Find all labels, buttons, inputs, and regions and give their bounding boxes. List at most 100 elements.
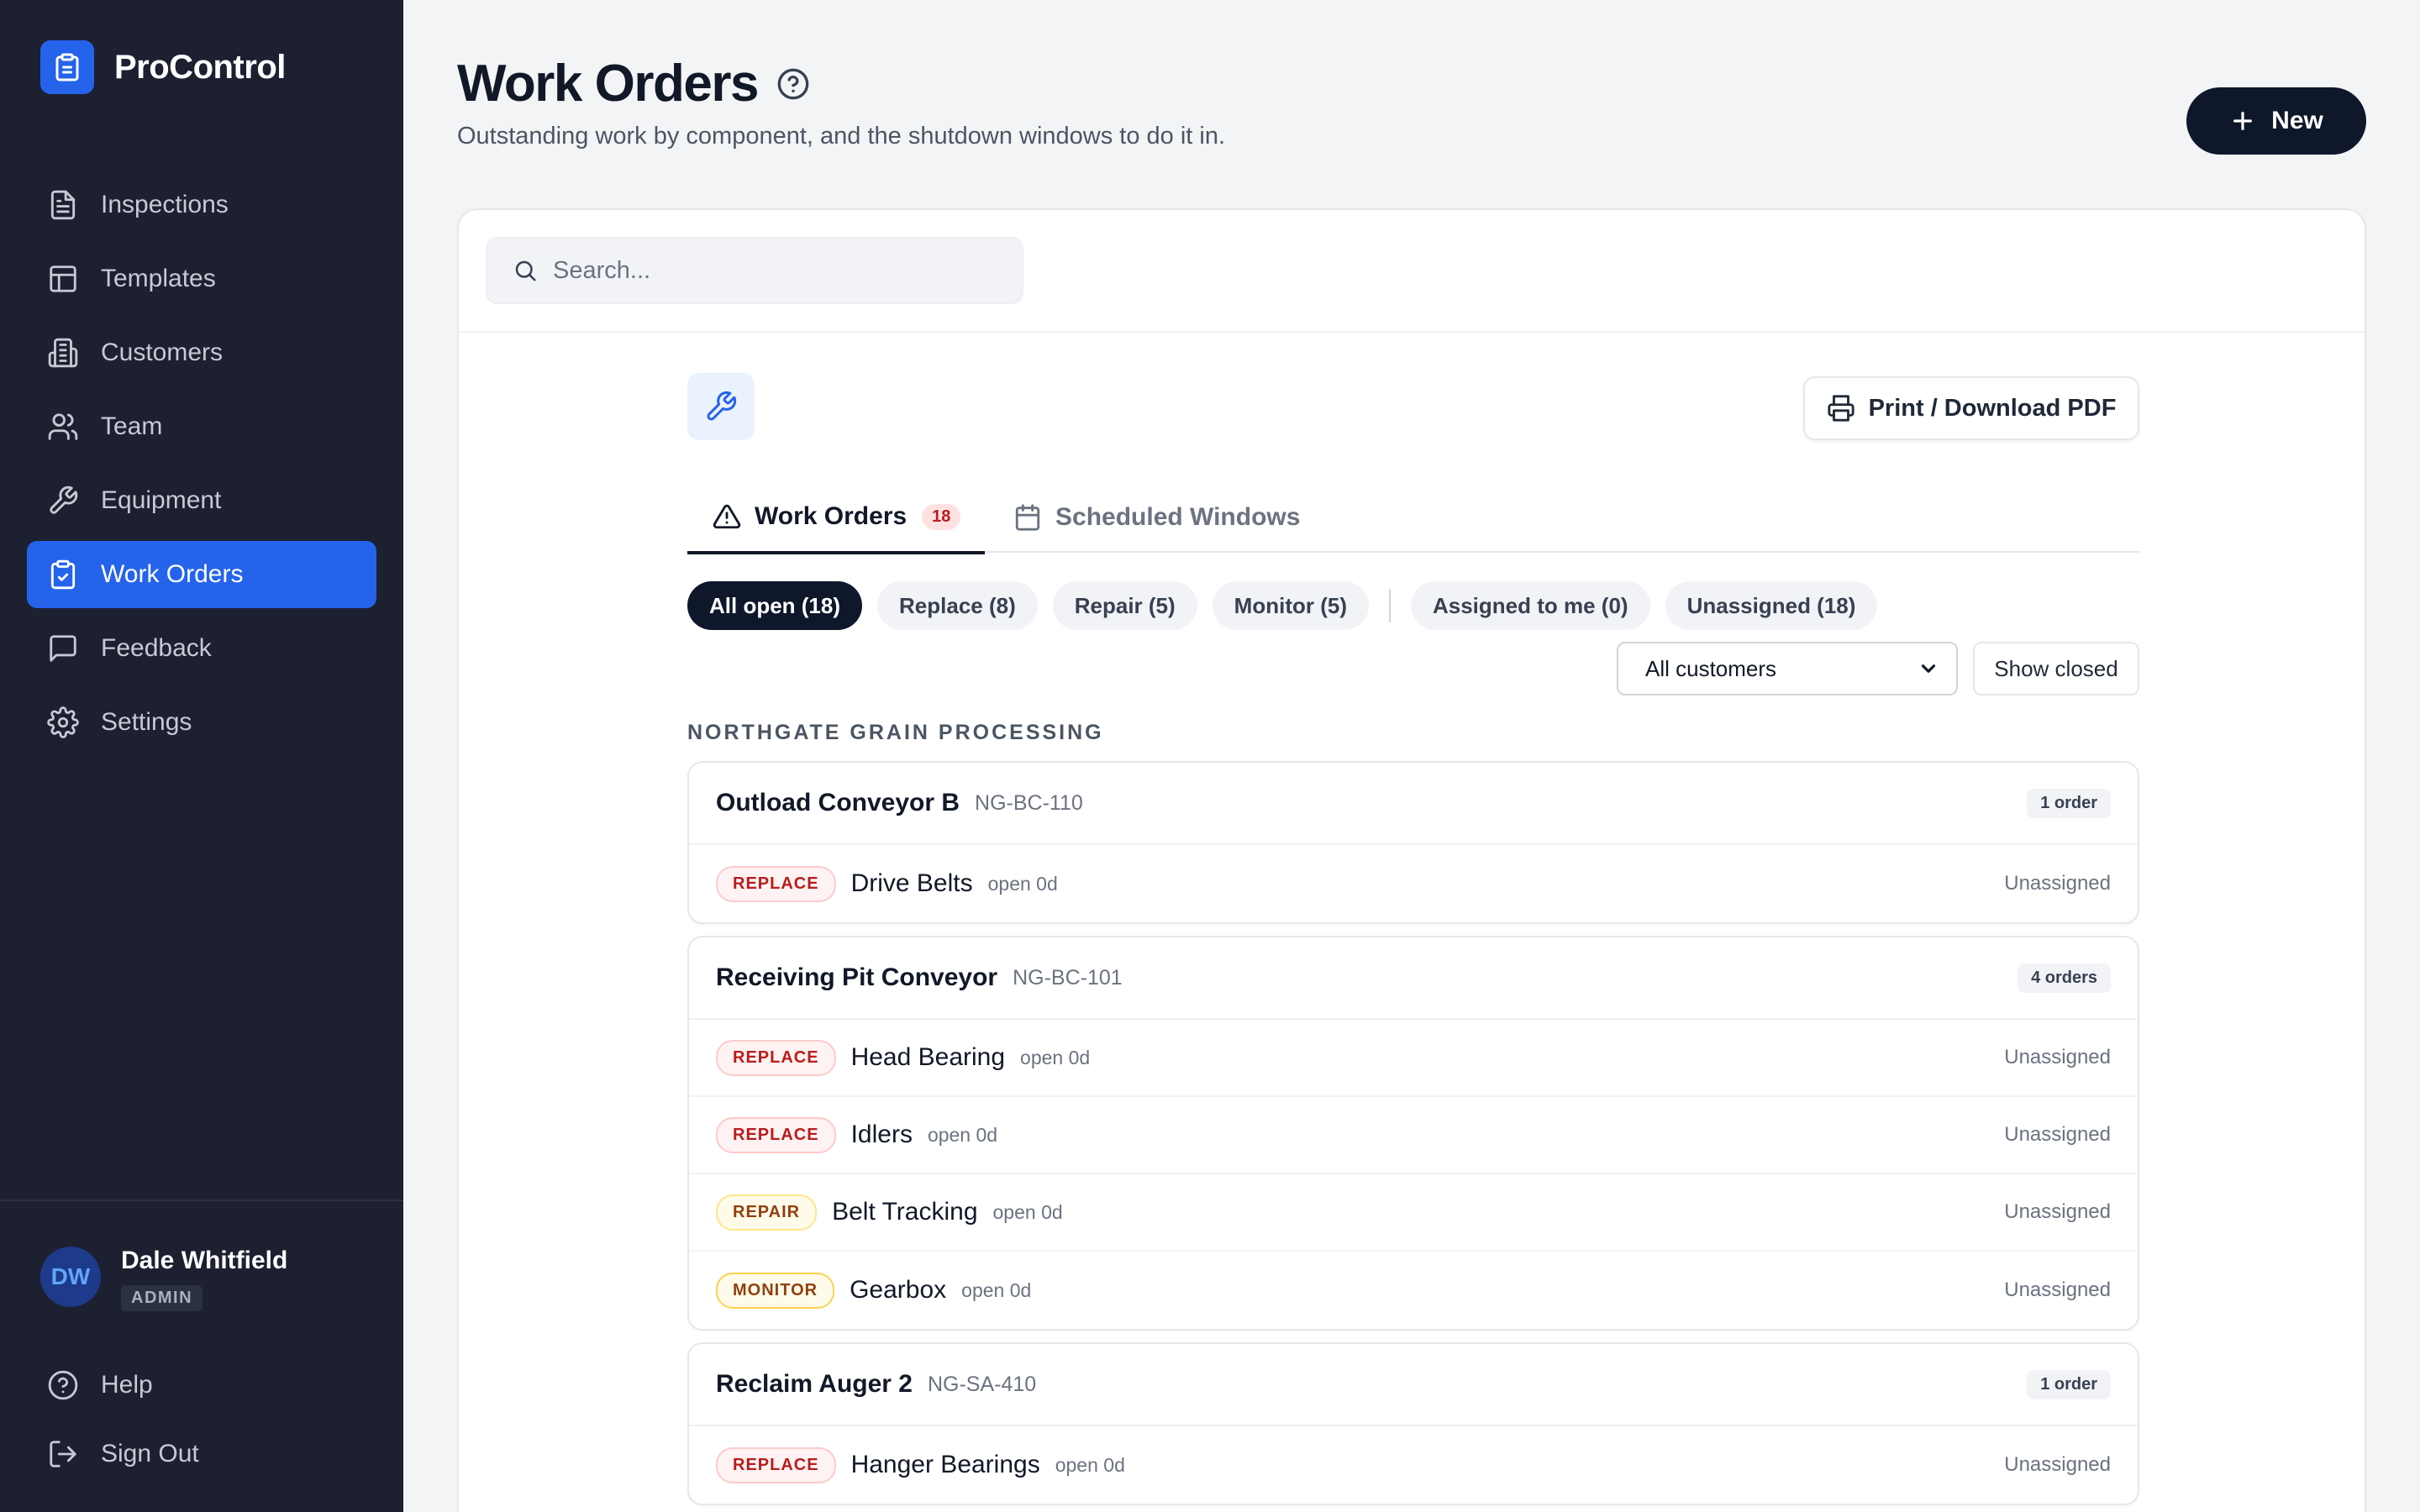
component-code: NG-BC-110: [975, 790, 1083, 815]
order-count-badge: 4 orders: [2018, 963, 2111, 993]
order-name: Idlers: [850, 1121, 913, 1148]
sidebar-item-label: Work Orders: [101, 560, 244, 588]
page-title-text: Work Orders: [457, 55, 759, 113]
component-card: Receiving Pit Conveyor NG-BC-101 4 order…: [687, 936, 2139, 1331]
sidebar-divider: [0, 1200, 403, 1201]
equipment-badge: [687, 373, 755, 440]
show-closed-button[interactable]: Show closed: [1973, 642, 2139, 696]
sidebar-item-team[interactable]: Team: [27, 393, 376, 460]
clipboard-check-icon: [50, 559, 76, 590]
tab-label: Scheduled Windows: [1055, 503, 1301, 531]
clipboard-logo-icon: [40, 40, 94, 94]
tab-work-orders[interactable]: Work Orders 18: [687, 482, 985, 554]
component-card: Reclaim Auger 2 NG-SA-410 1 order REPLAC…: [687, 1342, 2139, 1505]
order-age: open 0d: [992, 1200, 1063, 1223]
component-name: Outload Conveyor B: [716, 789, 960, 816]
customer-select-value: All customers: [1645, 655, 1777, 681]
action-tag: REPLACE: [716, 1039, 836, 1076]
customer-select[interactable]: All customers: [1617, 642, 1958, 696]
alert-triangle-icon: [713, 504, 741, 529]
chevron-down-icon: [1921, 664, 1936, 673]
component-code: NG-SA-410: [927, 1372, 1037, 1396]
user-role-badge: ADMIN: [121, 1285, 203, 1311]
building-icon: [48, 338, 78, 368]
tabs: Work Orders 18 Scheduled Windows: [687, 482, 2139, 554]
filter-monitor[interactable]: Monitor (5): [1212, 581, 1369, 630]
sidebar-item-label: Equipment: [101, 486, 222, 514]
sidebar: ProControl Inspections Templates Custome…: [0, 0, 403, 1512]
help-circle-icon[interactable]: [776, 67, 810, 101]
component-name: Reclaim Auger 2: [716, 1370, 913, 1398]
sidebar-item-feedback[interactable]: Feedback: [27, 615, 376, 682]
sidebar-item-templates[interactable]: Templates: [27, 245, 376, 312]
message-square-icon: [50, 635, 76, 662]
avatar: DW: [40, 1247, 101, 1307]
sidebar-item-inspections[interactable]: Inspections: [27, 171, 376, 239]
help-label: Help: [101, 1371, 153, 1399]
app-name: ProControl: [114, 48, 286, 86]
order-count-badge: 1 order: [2027, 788, 2111, 818]
sidebar-item-label: Customers: [101, 339, 224, 366]
page-title: Work Orders: [457, 54, 810, 113]
order-count-badge: 1 order: [2027, 1369, 2111, 1399]
filter-divider: [1388, 589, 1391, 622]
component-header[interactable]: Receiving Pit Conveyor NG-BC-101 4 order…: [689, 937, 2138, 1020]
sign-out-link[interactable]: Sign Out: [47, 1438, 199, 1470]
search-bar[interactable]: [486, 237, 1023, 304]
order-assignee: Unassigned: [2004, 1453, 2111, 1476]
action-tag: MONITOR: [716, 1272, 835, 1309]
work-order-row[interactable]: REPLACE Drive Belts open 0d Unassigned: [689, 845, 2138, 922]
work-order-row[interactable]: REPAIR Belt Tracking open 0d Unassigned: [689, 1174, 2138, 1252]
work-order-row[interactable]: MONITOR Gearbox open 0d Unassigned: [689, 1252, 2138, 1329]
filter-repair[interactable]: Repair (5): [1052, 581, 1197, 630]
new-button[interactable]: New: [2186, 87, 2366, 155]
order-assignee: Unassigned: [2004, 872, 2111, 895]
wrench-icon: [707, 391, 737, 421]
print-button-label: Print / Download PDF: [1868, 394, 2117, 422]
sidebar-item-label: Team: [101, 412, 163, 440]
sidebar-item-label: Settings: [101, 708, 192, 736]
order-age: open 0d: [1055, 1453, 1125, 1476]
component-header[interactable]: Outload Conveyor B NG-BC-110 1 order: [689, 763, 2138, 845]
filter-assigned-to-me[interactable]: Assigned to me (0): [1410, 581, 1650, 630]
search-icon: [515, 260, 536, 281]
filter-replace[interactable]: Replace (8): [877, 581, 1038, 630]
sidebar-item-equipment[interactable]: Equipment: [27, 467, 376, 534]
tab-scheduled-windows[interactable]: Scheduled Windows: [1013, 482, 1300, 553]
card-divider: [459, 331, 2365, 333]
filter-chips: All open (18) Replace (8) Repair (5) Mon…: [687, 581, 1892, 630]
sidebar-item-customers[interactable]: Customers: [27, 319, 376, 386]
component-name: Receiving Pit Conveyor: [716, 963, 998, 991]
order-assignee: Unassigned: [2004, 1200, 2111, 1223]
component-card: Outload Conveyor B NG-BC-110 1 order REP…: [687, 761, 2139, 924]
order-age: open 0d: [1020, 1046, 1091, 1068]
sidebar-nav: Inspections Templates Customers Team Equ…: [27, 171, 376, 763]
user-profile[interactable]: DW Dale Whitfield ADMIN: [40, 1247, 287, 1311]
order-age: open 0d: [927, 1123, 998, 1146]
work-order-row[interactable]: REPLACE Hanger Bearings open 0d Unassign…: [689, 1426, 2138, 1504]
component-header[interactable]: Reclaim Auger 2 NG-SA-410 1 order: [689, 1344, 2138, 1426]
sidebar-item-work-orders[interactable]: Work Orders: [27, 541, 376, 608]
work-order-row[interactable]: REPLACE Head Bearing open 0d Unassigned: [689, 1020, 2138, 1097]
search-input[interactable]: [553, 256, 990, 285]
order-name: Head Bearing: [850, 1043, 1006, 1071]
file-text-icon: [50, 190, 76, 220]
print-download-pdf-button[interactable]: Print / Download PDF: [1803, 376, 2139, 440]
help-link[interactable]: Help: [47, 1369, 153, 1401]
action-tag: REPLACE: [716, 1116, 836, 1153]
work-order-row[interactable]: REPLACE Idlers open 0d Unassigned: [689, 1097, 2138, 1174]
filter-all-open[interactable]: All open (18): [687, 581, 863, 630]
order-name: Drive Belts: [850, 869, 973, 897]
new-button-label: New: [2271, 107, 2323, 134]
user-info: Dale Whitfield ADMIN: [121, 1247, 287, 1311]
order-assignee: Unassigned: [2004, 1046, 2111, 1068]
sidebar-item-label: Templates: [101, 265, 216, 292]
filter-unassigned[interactable]: Unassigned (18): [1665, 581, 1878, 630]
wrench-icon: [50, 486, 78, 514]
brand[interactable]: ProControl: [40, 40, 286, 94]
sidebar-item-settings[interactable]: Settings: [27, 689, 376, 756]
order-assignee: Unassigned: [2004, 1278, 2111, 1301]
order-name: Gearbox: [850, 1276, 947, 1304]
gear-icon: [47, 706, 79, 738]
sidebar-item-label: Inspections: [101, 191, 229, 218]
